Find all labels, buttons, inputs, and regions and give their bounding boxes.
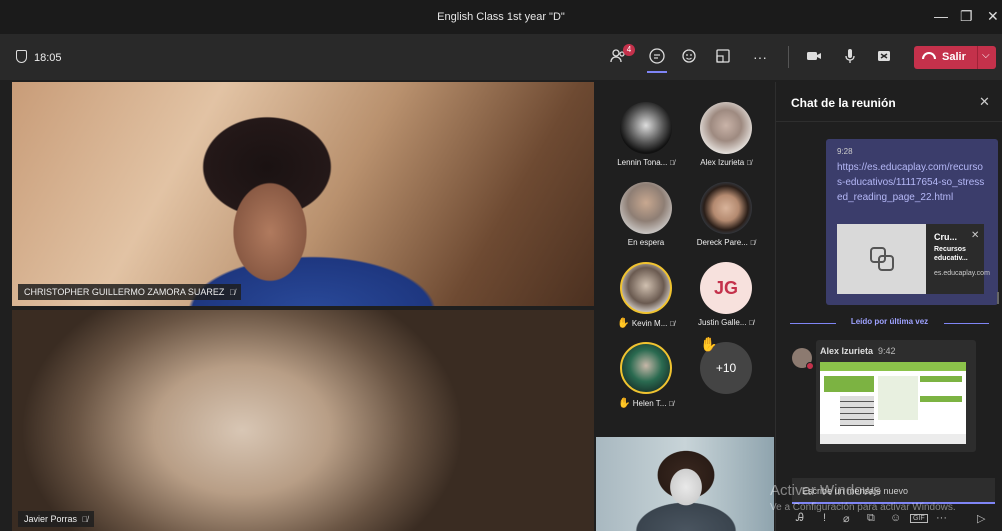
- mic-off-icon: 🎙̸: [82, 515, 89, 524]
- chevron-down-icon[interactable]: ⌵: [982, 50, 990, 61]
- link-icon: [870, 247, 894, 271]
- activation-watermark: Activar Windows: [770, 482, 881, 499]
- rooms-icon: [716, 49, 730, 63]
- preview-domain: es.educaplay.com: [934, 270, 990, 277]
- chat-message: Alex Izurieta 9:42: [816, 340, 976, 452]
- loop-icon[interactable]: ⧉: [867, 512, 875, 525]
- preview-title: Cru...: [934, 232, 958, 242]
- link-preview-card[interactable]: Cru... ✕ Recursos educativ... es.educapl…: [837, 224, 990, 294]
- microphone-button[interactable]: [840, 47, 860, 67]
- reactions-button[interactable]: [680, 47, 700, 67]
- shield-icon: [16, 50, 27, 63]
- format-icon[interactable]: Ꭿ: [796, 512, 804, 525]
- more-options-button[interactable]: ···: [750, 47, 770, 67]
- avatar-initials: JG: [713, 278, 738, 298]
- participant-name: CHRISTOPHER GUILLERMO ZAMORA SUAREZ: [24, 287, 225, 297]
- preview-thumbnail: [837, 224, 926, 294]
- close-chat-button[interactable]: ✕: [979, 94, 990, 110]
- chat-title: Chat de la reunión: [791, 96, 896, 110]
- last-read-label: Leído por última vez: [850, 317, 929, 326]
- camera-icon: [807, 52, 821, 60]
- message-time: 9:28: [837, 147, 853, 156]
- video-name-label: Javier Porras 🎙̸: [18, 511, 95, 527]
- mic-icon: [845, 49, 855, 63]
- gallery-tile[interactable]: JG Justin Galle... 🎙̸: [686, 262, 766, 332]
- close-window-button[interactable]: ✕: [987, 8, 999, 25]
- avatar: [620, 102, 672, 154]
- chat-message: 9:28 https://es.educaplay.com/recursos-e…: [826, 139, 998, 305]
- participant-status: En espera: [627, 238, 665, 247]
- participant-name: Lennin Tona... 🎙̸: [617, 158, 675, 167]
- chat-icon: [649, 48, 665, 64]
- share-icon: [878, 51, 890, 61]
- message-time: 9:42: [878, 346, 896, 356]
- compose-toolbar: Ꭿ ! ⌀ ⧉ ☺ GIF ··· ▷: [776, 510, 1002, 530]
- gallery-tile[interactable]: ✋ Helen T... 🎙̸: [606, 342, 686, 412]
- avatar: [700, 182, 752, 234]
- participant-name: ✋ Helen T... 🎙̸: [618, 398, 674, 409]
- chat-scrollbar[interactable]: [997, 292, 999, 304]
- send-icon[interactable]: ▷: [977, 512, 985, 525]
- gallery-tile[interactable]: Alex Izurieta 🎙̸: [686, 102, 766, 172]
- avatar: [620, 182, 672, 234]
- participant-name: Justin Galle... 🎙̸: [698, 318, 754, 327]
- video-name-label: CHRISTOPHER GUILLERMO ZAMORA SUAREZ 🎙̸: [18, 284, 242, 300]
- reactions-icon: [682, 49, 696, 63]
- self-video-preview[interactable]: [596, 437, 774, 531]
- meeting-timer: 18:05: [34, 52, 62, 64]
- raised-hand-icon: ✋: [617, 318, 630, 329]
- chat-header: Chat de la reunión ✕: [776, 82, 1002, 122]
- share-screen-button[interactable]: [874, 47, 894, 67]
- avatar: [620, 342, 672, 394]
- camera-button[interactable]: [804, 47, 824, 67]
- participant-name: Alex Izurieta 🎙̸: [700, 158, 752, 167]
- chat-button[interactable]: [647, 47, 667, 67]
- participant-video-secondary[interactable]: Javier Porras 🎙̸: [12, 310, 594, 531]
- participant-name: Dereck Pare... 🎙̸: [696, 238, 756, 247]
- shared-image[interactable]: [820, 362, 966, 444]
- participant-gallery: Lennin Tona... 🎙̸ Alex Izurieta 🎙̸ En es…: [596, 82, 774, 437]
- avatar: [700, 102, 752, 154]
- attach-icon[interactable]: ⌀: [843, 512, 850, 525]
- chat-panel: Chat de la reunión ✕ 9:28 https://es.edu…: [775, 82, 1002, 531]
- emoji-icon[interactable]: ☺: [890, 512, 901, 524]
- chat-active-indicator: [647, 71, 667, 73]
- mic-off-icon: 🎙̸: [229, 288, 236, 297]
- status-dot: [806, 362, 814, 370]
- gallery-tile[interactable]: ✋ Kevin M... 🎙̸: [606, 262, 686, 332]
- maximize-button[interactable]: ❐: [960, 8, 973, 25]
- gallery-overflow-tile[interactable]: +10 ✋: [686, 336, 766, 412]
- message-sender: Alex Izurieta: [820, 346, 874, 356]
- gallery-tile[interactable]: Dereck Pare... 🎙̸: [686, 182, 766, 252]
- participants-badge: 4: [623, 44, 635, 56]
- gallery-tile[interactable]: En espera: [606, 182, 686, 252]
- gif-icon[interactable]: GIF: [910, 514, 928, 523]
- raised-hand-icon: ✋: [618, 398, 631, 409]
- meeting-toolbar: 18:05 4 ··· Salir ⌵: [0, 34, 1002, 80]
- title-bar: English Class 1st year "D" — ❐ ✕: [0, 0, 1002, 34]
- breakout-rooms-button[interactable]: [713, 47, 733, 67]
- priority-icon[interactable]: !: [823, 512, 826, 524]
- leave-divider: [977, 46, 978, 69]
- participant-name: Javier Porras: [24, 514, 78, 524]
- participant-video-main[interactable]: CHRISTOPHER GUILLERMO ZAMORA SUAREZ 🎙̸: [12, 82, 594, 306]
- avatar: [620, 262, 672, 314]
- raised-hand-icon: ✋: [700, 336, 718, 352]
- leave-label: Salir: [942, 51, 966, 63]
- last-read-divider: Leído por última vez: [776, 317, 1002, 329]
- close-preview-icon[interactable]: ✕: [971, 230, 979, 241]
- window-title: English Class 1st year "D": [437, 11, 565, 23]
- toolbar-divider: [788, 46, 789, 68]
- minimize-button[interactable]: —: [934, 8, 948, 24]
- gallery-tile[interactable]: Lennin Tona... 🎙̸: [606, 102, 686, 172]
- avatar: JG: [700, 262, 752, 314]
- activation-watermark-detail: Ve a Configuración para activar Windows.: [770, 502, 956, 513]
- phone-icon: [922, 52, 936, 59]
- leave-button[interactable]: Salir ⌵: [914, 46, 996, 69]
- more-icon[interactable]: ···: [936, 512, 947, 524]
- message-link[interactable]: https://es.educaplay.com/recursos-educat…: [837, 160, 985, 205]
- participant-name: ✋ Kevin M... 🎙̸: [617, 318, 675, 329]
- preview-description: Recursos educativ...: [934, 246, 968, 262]
